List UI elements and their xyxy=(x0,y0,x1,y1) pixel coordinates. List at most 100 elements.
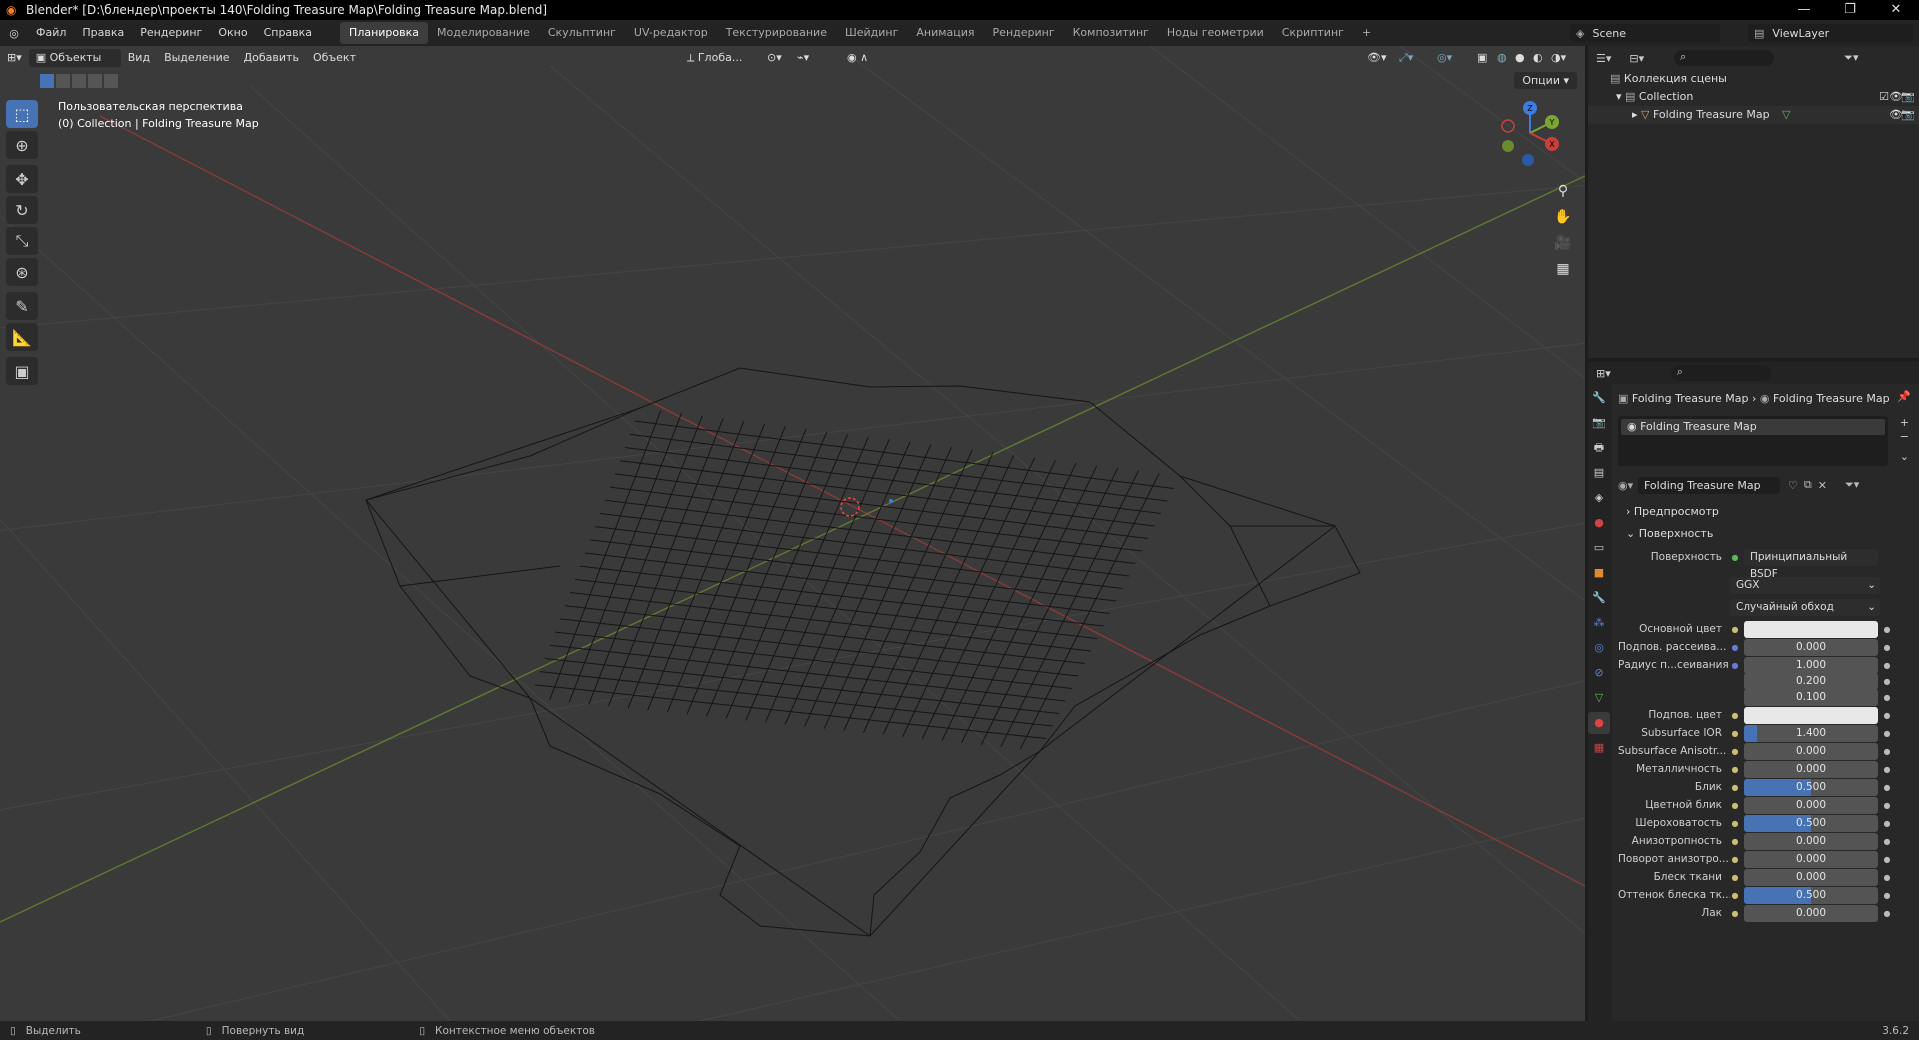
surface-shader-value[interactable]: Принципиальный BSDF xyxy=(1744,548,1878,580)
tab-uv-editing[interactable]: UV-редактор xyxy=(625,22,717,44)
tab-modeling[interactable]: Моделирование xyxy=(428,22,539,44)
duplicate-material-icon[interactable]: ⧉ xyxy=(1804,478,1812,492)
distribution-select[interactable]: GGX ⌄ xyxy=(1730,576,1880,594)
keyframe-icon[interactable]: ● xyxy=(1880,643,1894,652)
select-mode-buttons[interactable] xyxy=(40,74,118,88)
tab-layout[interactable]: Планировка xyxy=(340,22,429,44)
tab-animation[interactable]: Анимация xyxy=(907,22,983,44)
display-mode-icon[interactable]: ⊟▾ xyxy=(1629,52,1644,65)
add-cube-tool-icon[interactable]: ▣ xyxy=(6,357,38,385)
gizmo-toggle-icon[interactable]: ⤢▾ xyxy=(1392,46,1420,70)
collection-render-icon[interactable]: 📷 xyxy=(1901,88,1915,106)
close-button[interactable]: ✕ xyxy=(1873,0,1919,20)
scene-tab-icon[interactable]: ◈ xyxy=(1588,487,1610,509)
keyframe-icon[interactable]: ● xyxy=(1880,783,1894,792)
field-value-subsurface-radius-y[interactable]: 0.200 xyxy=(1744,672,1878,690)
constraints-tab-icon[interactable]: ⊘ xyxy=(1588,662,1610,684)
menu-add[interactable]: Добавить xyxy=(237,46,306,70)
texture-tab-icon[interactable]: ▦ xyxy=(1588,737,1610,759)
field-value-sheen-tint[interactable]: 0.500 xyxy=(1744,886,1878,904)
keyframe-icon[interactable]: ● xyxy=(1880,693,1894,702)
field-value-base-color[interactable] xyxy=(1744,620,1878,638)
tab-rendering[interactable]: Рендеринг xyxy=(984,22,1064,44)
field-value-metallic[interactable]: 0.000 xyxy=(1744,760,1878,778)
keyframe-icon[interactable]: ● xyxy=(1880,661,1894,670)
node-link-icon[interactable]: ⏷▾ xyxy=(1845,478,1859,492)
menu-window[interactable]: Окно xyxy=(210,20,255,46)
field-value-anisotropic-rotation[interactable]: 0.000 xyxy=(1744,850,1878,868)
move-tool-icon[interactable]: ✥ xyxy=(6,165,38,193)
subsurface-method-select[interactable]: Случайный обход ⌄ xyxy=(1730,598,1880,616)
select-invert-icon[interactable] xyxy=(88,74,102,88)
menu-render[interactable]: Рендеринг xyxy=(132,20,210,46)
outliner-scene-collection[interactable]: ▤ Коллекция сцены xyxy=(1588,70,1919,88)
outliner-collection[interactable]: ▾ ▤ Collection ☑ 👁 📷 xyxy=(1588,88,1919,106)
view-layer-tab-icon[interactable]: ▤ xyxy=(1588,462,1610,484)
keyframe-icon[interactable]: ● xyxy=(1880,729,1894,738)
tab-sculpting[interactable]: Скульптинг xyxy=(539,22,625,44)
tab-texture-paint[interactable]: Текстурирование xyxy=(717,22,836,44)
menu-file[interactable]: Файл xyxy=(28,20,74,46)
select-extend-icon[interactable] xyxy=(56,74,70,88)
outliner-editor-type-icon[interactable]: ☰▾ xyxy=(1596,52,1611,65)
fake-user-icon[interactable]: ♡ xyxy=(1788,479,1798,492)
menu-object[interactable]: Объект xyxy=(306,46,363,70)
3d-cursor-icon[interactable] xyxy=(840,497,860,517)
gizmo-neg-x-handle[interactable] xyxy=(1501,119,1515,133)
rotate-tool-icon[interactable]: ↻ xyxy=(6,196,38,224)
field-value-subsurface-color[interactable] xyxy=(1744,706,1878,724)
keyframe-icon[interactable]: ● xyxy=(1880,765,1894,774)
expand-arrow-icon[interactable]: ▾ xyxy=(1616,90,1625,103)
field-value-anisotropic[interactable]: 0.000 xyxy=(1744,832,1878,850)
scale-tool-icon[interactable]: ⤡ xyxy=(6,227,38,255)
editor-type-icon[interactable]: ⊞▾ xyxy=(0,46,29,70)
field-value-subsurface-anisotropy[interactable]: 0.000 xyxy=(1744,742,1878,760)
field-value-sheen[interactable]: 0.000 xyxy=(1744,868,1878,886)
minimize-button[interactable]: — xyxy=(1781,0,1827,20)
keyframe-icon[interactable]: ● xyxy=(1880,873,1894,882)
world-tab-icon[interactable]: ● xyxy=(1588,512,1610,534)
maximize-button[interactable]: ❐ xyxy=(1827,0,1873,20)
gizmo-neg-y-handle[interactable] xyxy=(1502,140,1514,152)
mode-selector[interactable]: ▣ Объекты xyxy=(28,49,121,67)
pivot-icon[interactable]: ⊙▾ xyxy=(760,46,789,70)
tab-shading[interactable]: Шейдинг xyxy=(836,22,907,44)
collection-tab-icon[interactable]: ▭ xyxy=(1588,537,1610,559)
annotate-tool-icon[interactable]: ✎ xyxy=(6,292,38,320)
unlink-material-icon[interactable]: ✕ xyxy=(1818,479,1827,492)
orientation-selector[interactable]: ⟂ Глоба... xyxy=(680,46,749,70)
expand-arrow-icon[interactable]: ▸ xyxy=(1632,108,1641,121)
filter-icon[interactable]: ⏷▾ xyxy=(1844,51,1858,65)
keyframe-icon[interactable]: ● xyxy=(1880,677,1894,686)
object-render-icon[interactable]: 📷 xyxy=(1901,106,1915,124)
data-tab-icon[interactable]: ▽ xyxy=(1588,687,1610,709)
menu-select[interactable]: Выделение xyxy=(157,46,237,70)
preview-section-header[interactable]: › Предпросмотр xyxy=(1614,502,1914,522)
outliner-object-row[interactable]: ▸ ▽ Folding Treasure Map ▽ 👁 📷 xyxy=(1588,106,1919,124)
field-value-specular-tint[interactable]: 0.000 xyxy=(1744,796,1878,814)
particles-tab-icon[interactable]: ⁂ xyxy=(1588,612,1610,634)
keyframe-icon[interactable]: ● xyxy=(1880,819,1894,828)
field-value-clearcoat[interactable]: 0.000 xyxy=(1744,904,1878,922)
pan-hand-icon[interactable]: ✋ xyxy=(1550,204,1576,230)
tab-geometry-nodes[interactable]: Ноды геометрии xyxy=(1158,22,1273,44)
select-subtract-icon[interactable] xyxy=(72,74,86,88)
zoom-icon[interactable]: ⚲ xyxy=(1550,178,1576,204)
shading-rendered-icon[interactable]: ◑▾ xyxy=(1544,46,1573,70)
tool-tab-icon[interactable]: 🔧 xyxy=(1588,387,1610,409)
cursor-tool-icon[interactable]: ⊕ xyxy=(6,131,38,159)
browse-material-icon[interactable]: ◉▾ xyxy=(1618,479,1638,492)
tab-scripting[interactable]: Скриптинг xyxy=(1273,22,1353,44)
field-value-subsurface-weight[interactable]: 0.000 xyxy=(1744,638,1878,656)
tab-compositing[interactable]: Композитинг xyxy=(1064,22,1158,44)
navigation-gizmo[interactable]: Z Y X xyxy=(1490,98,1570,168)
options-button[interactable]: Опции ▾ xyxy=(1514,72,1577,89)
view-layer-selector[interactable]: ▤ ViewLayer xyxy=(1748,24,1913,42)
keyframe-icon[interactable]: ● xyxy=(1880,625,1894,634)
properties-search-input[interactable]: ⌕ xyxy=(1670,365,1771,381)
mesh-data-icon[interactable]: ▽ xyxy=(1782,106,1790,124)
remove-slot-icon[interactable]: − xyxy=(1900,430,1909,443)
field-value-specular[interactable]: 0.500 xyxy=(1744,778,1878,796)
blender-menu-icon[interactable]: ◎ xyxy=(0,27,28,40)
proportional-edit-icon[interactable]: ◉ ∧ xyxy=(840,46,875,70)
